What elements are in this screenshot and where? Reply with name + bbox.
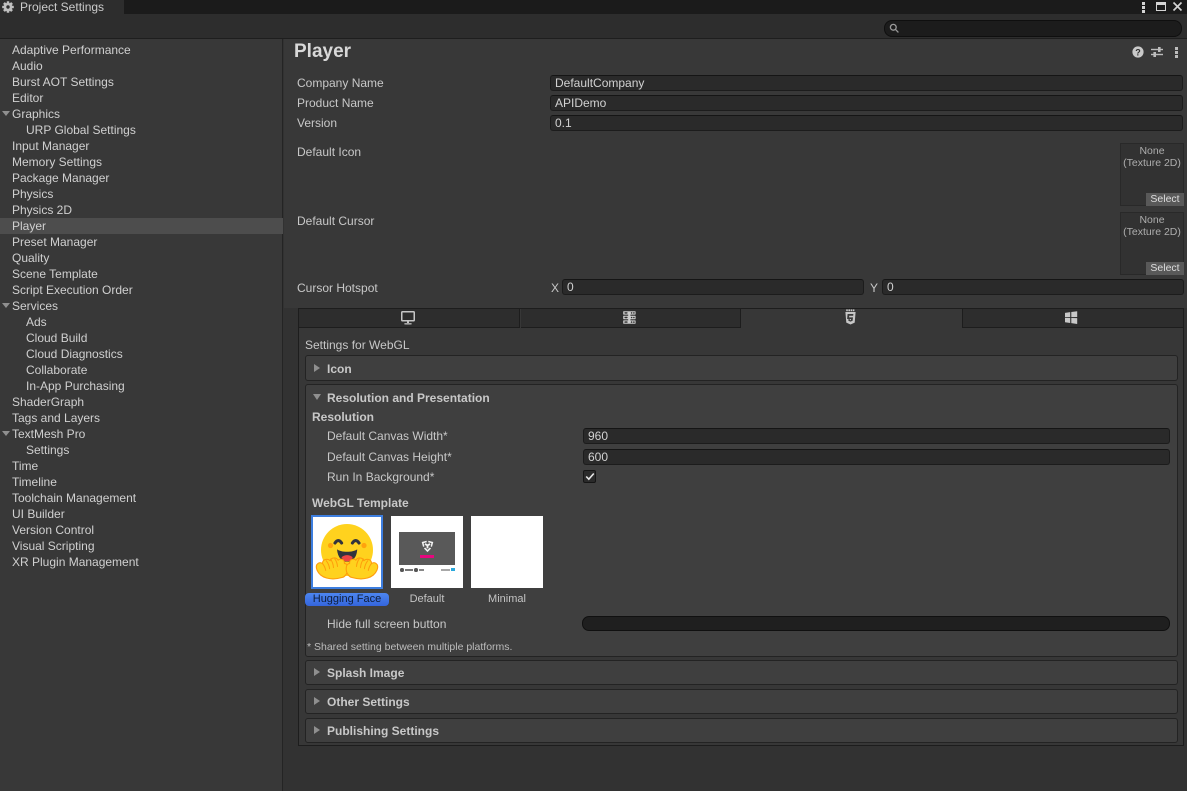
svg-text:?: ? <box>1135 47 1141 57</box>
